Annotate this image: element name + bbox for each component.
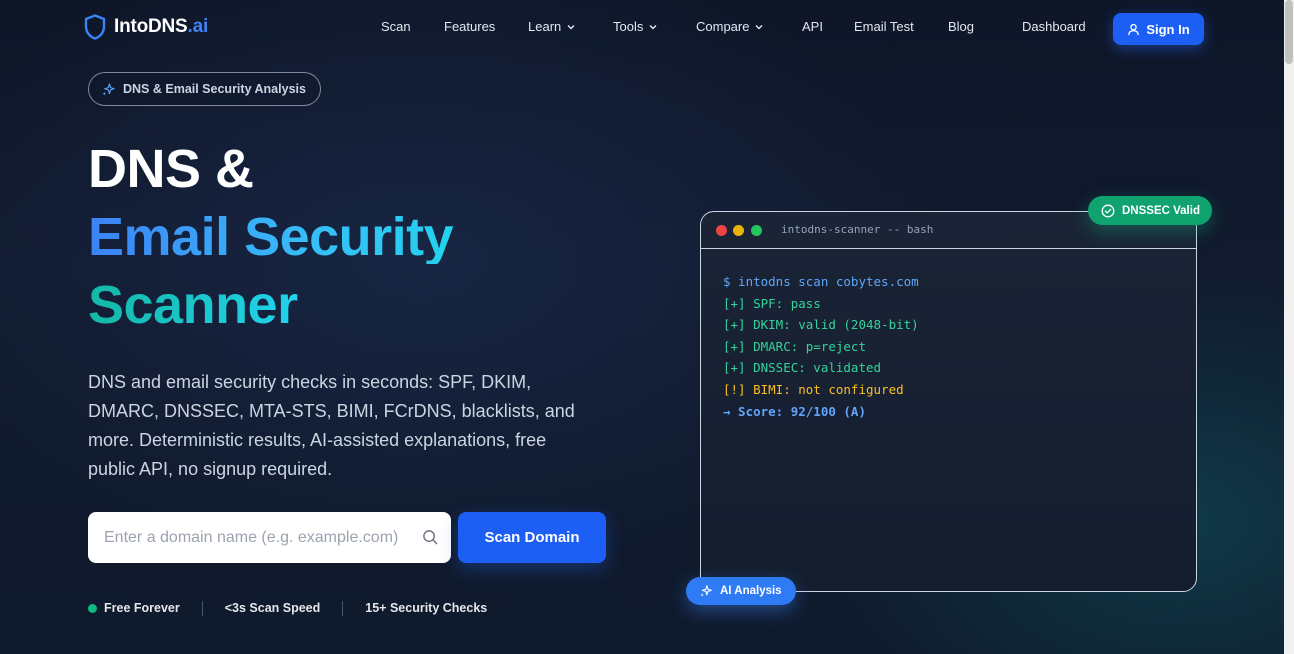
feature-free-forever: Free Forever	[88, 601, 180, 615]
page-scrollbar[interactable]	[1284, 0, 1294, 654]
nav-link-api[interactable]: API	[802, 19, 823, 34]
status-dot-icon	[88, 603, 97, 613]
nav-links: Scan Features Learn Tools Compare API Em…	[0, 19, 1284, 39]
nav-link-dashboard[interactable]: Dashboard	[1022, 19, 1086, 34]
divider	[342, 600, 344, 616]
terminal-line: [!] BIMI: not configured	[723, 381, 904, 397]
terminal-line: [+] DMARC: p=reject	[723, 338, 866, 354]
close-dot-icon	[716, 225, 727, 236]
feature-highlights: Free Forever <3s Scan Speed 15+ Security…	[88, 600, 487, 616]
terminal-output: $ intodns scan cobytes.com [+] SPF: pass…	[701, 249, 1196, 422]
minimize-dot-icon	[733, 225, 744, 236]
feature-security-checks: 15+ Security Checks	[365, 601, 488, 615]
nav-link-blog[interactable]: Blog	[948, 19, 974, 34]
hero-tag-pill: DNS & Email Security Analysis	[88, 72, 321, 106]
terminal-title: intodns-scanner -- bash	[781, 223, 934, 236]
terminal-window: intodns-scanner -- bash $ intodns scan c…	[700, 211, 1197, 592]
terminal-line: $ intodns scan cobytes.com	[723, 274, 919, 289]
sparkles-icon	[102, 82, 115, 96]
nav-link-email-test[interactable]: Email Test	[854, 19, 914, 34]
feature-scan-speed: <3s Scan Speed	[224, 601, 321, 615]
maximize-dot-icon	[751, 225, 762, 236]
nav-link-tools[interactable]: Tools	[613, 19, 658, 34]
nav-link-scan[interactable]: Scan	[381, 19, 411, 34]
domain-search-box	[88, 512, 451, 563]
check-circle-icon	[1101, 204, 1115, 217]
search-icon[interactable]	[422, 529, 439, 546]
terminal-line: [+] DKIM: valid (2048-bit)	[723, 317, 919, 333]
sparkles-icon	[700, 585, 712, 597]
chevron-down-icon	[567, 24, 575, 29]
sign-in-label: Sign In	[1146, 21, 1190, 37]
chevron-down-icon	[649, 24, 657, 29]
dnssec-valid-badge: DNSSEC Valid	[1088, 196, 1212, 225]
nav-link-features[interactable]: Features	[444, 19, 495, 34]
hero-title-line-1: DNS &	[88, 139, 254, 199]
user-icon	[1128, 23, 1140, 35]
nav-link-learn[interactable]: Learn	[528, 19, 576, 34]
terminal-line: [+] SPF: pass	[723, 295, 821, 311]
divider	[201, 600, 203, 616]
domain-search-input[interactable]	[88, 512, 408, 563]
hero-title-line-2: Email Security	[88, 207, 454, 267]
scan-domain-button[interactable]: Scan Domain	[458, 512, 606, 563]
chevron-down-icon	[755, 24, 763, 29]
top-navigation: IntoDNS.ai Scan Features Learn Tools Com…	[0, 0, 1284, 58]
hero-description: DNS and email security checks in seconds…	[88, 372, 575, 479]
sign-in-button[interactable]: Sign In	[1113, 13, 1204, 45]
nav-link-compare[interactable]: Compare	[696, 19, 764, 34]
ai-analysis-badge: AI Analysis	[686, 577, 796, 605]
hero-title-line-3: Scanner	[88, 275, 298, 335]
terminal-line: [+] DNSSEC: validated	[723, 360, 882, 376]
terminal-score-line: → Score: 92/100 (A)	[723, 403, 866, 419]
hero-tag-label: DNS & Email Security Analysis	[123, 82, 306, 96]
scrollbar-thumb[interactable]	[1285, 0, 1293, 64]
